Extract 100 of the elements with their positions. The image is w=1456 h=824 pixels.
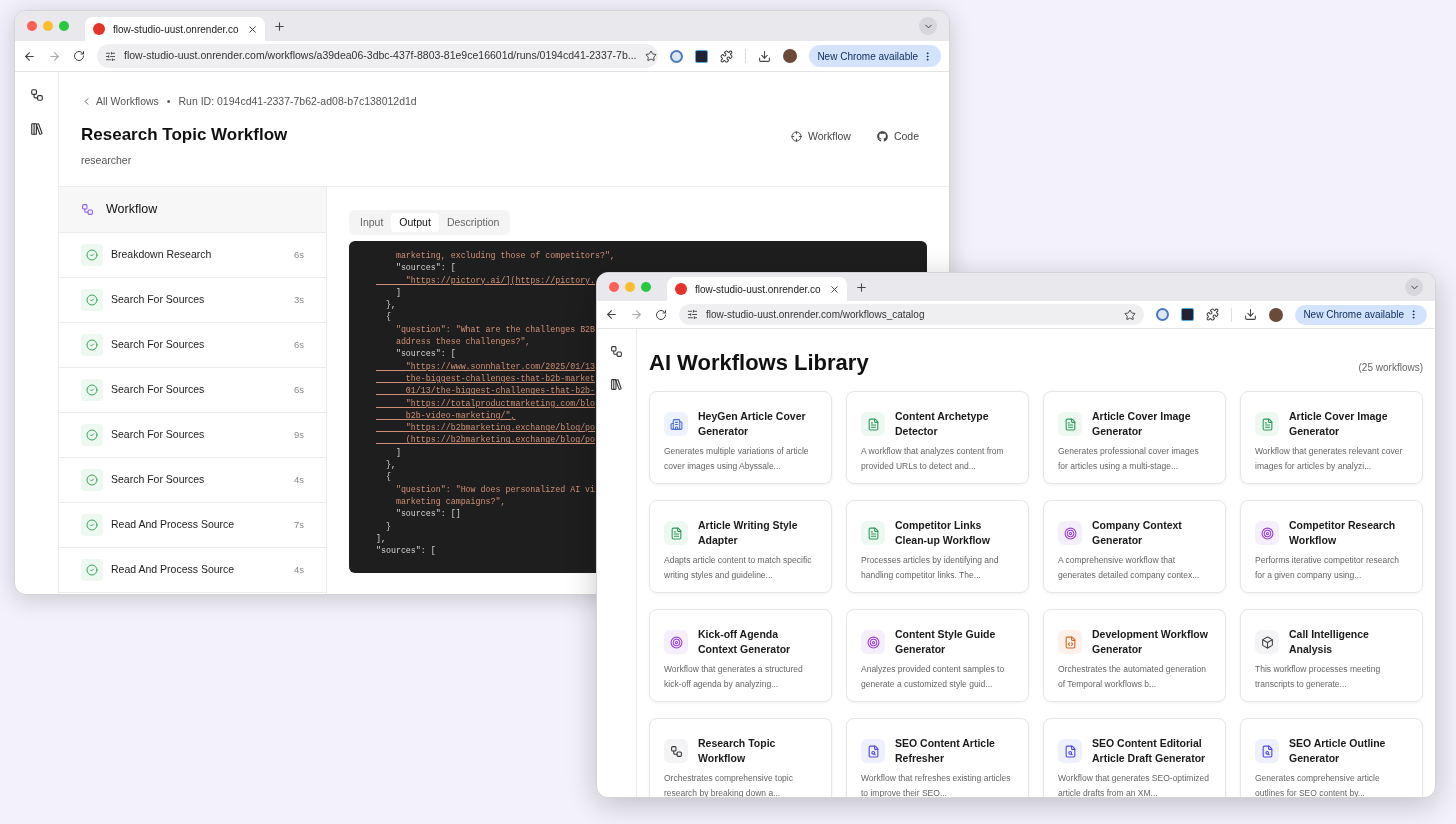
card-title: Research Topic Workflow	[698, 736, 777, 766]
workflow-card[interactable]: SEO Content Editorial Article Draft Generator Workflow that generates SEO-optimized article drafts from an XM...	[1043, 718, 1226, 797]
code-line: marketing campaigns?",	[394, 495, 506, 508]
code-line: "sources": [	[394, 262, 456, 275]
card-title: Call Intelligence Analysis	[1289, 627, 1370, 657]
card-description: Orchestrates comprehensive topic research by breaking down a...	[664, 772, 794, 797]
detail-tab[interactable]: Output	[391, 213, 439, 232]
code-line: "question": "How does personalized AI vi	[394, 483, 596, 496]
step-row[interactable]: Read And Process Source 4s	[59, 548, 326, 593]
code-line: marketing, excluding those of competitors?",	[394, 250, 615, 262]
step-row[interactable]: Read And Process Source 7s	[59, 503, 326, 548]
url-text: flow-studio-uust.onrender.com/workflows_catalog	[706, 308, 925, 322]
workflow-card[interactable]: Competitor Links Clean-up Workflow Processes articles by identifying and handling competitor links. The...	[846, 500, 1029, 593]
code-line: "question": "What are the challenges B2B	[394, 323, 596, 336]
card-description: A comprehensive workflow that generates detailed company contex...	[1058, 554, 1201, 582]
code-line: "sources": []	[394, 508, 461, 521]
update-chrome-button[interactable]: New Chrome available	[1295, 304, 1427, 325]
card-title: Article Writing Style Adapter	[698, 518, 799, 548]
step-row[interactable]: Search For Sources 6s	[59, 368, 326, 413]
card-title: Content Archetype Detector	[895, 409, 990, 439]
card-description: Generates multiple variations of article cover images using Abyssale...	[664, 445, 810, 473]
step-duration: 6s	[293, 382, 304, 397]
browser-tab[interactable]: flow-studio-uust.onrender.co	[667, 277, 847, 301]
steps-panel-title: Workflow	[106, 201, 158, 219]
workflow-card[interactable]: Development Workflow Generator Orchestrates the automated generation of Temporal workflows b...	[1043, 609, 1226, 702]
step-row[interactable]: Search For Sources 4s	[59, 458, 326, 503]
url-text: flow-studio-uust.onrender.com/workflows/a39dea06-3dbc-437f-8803-81e9ce16601d/runs/0194cd41-2337-7b...	[124, 48, 637, 64]
step-row[interactable]: Search For Sources 3s	[59, 278, 326, 323]
card-title: Competitor Links Clean-up Workflow	[895, 518, 991, 548]
card-title: Development Workflow Generator	[1092, 627, 1209, 657]
workflow-card[interactable]: Article Writing Style Adapter Adapts article content to match specific writing styles and guideline...	[649, 500, 832, 593]
all-workflows-link[interactable]: All Workflows	[81, 94, 159, 110]
step-duration: 7s	[293, 517, 304, 532]
card-description: A workflow that analyzes content from provided URLs to detect and...	[861, 445, 1005, 473]
card-title: SEO Content Article Refresher	[895, 736, 996, 766]
code-line: "sources": [	[376, 545, 436, 558]
address-bar[interactable]: flow-studio-uust.onrender.com/workflows_catalog	[679, 304, 1145, 325]
detail-tab[interactable]: Description	[438, 213, 508, 232]
step-name: Breakdown Research	[111, 247, 212, 263]
workflow-card[interactable]: Call Intelligence Analysis This workflow processes meeting transcripts to generate...	[1240, 609, 1423, 702]
card-title: Article Cover Image Generator	[1092, 409, 1192, 439]
code-line: {	[384, 311, 391, 324]
code-line: (https://b2bmarketing.exchange/blog/po	[404, 434, 596, 447]
card-title: Company Context Generator	[1092, 518, 1183, 548]
card-description: Workflow that refreshes existing articles to improve their SEO...	[861, 772, 1012, 797]
card-title: SEO Content Editorial Article Draft Generator	[1092, 736, 1207, 766]
header-action-button[interactable]: Code	[876, 129, 919, 145]
workflow-card[interactable]: Article Cover Image Generator Generates professional cover images for articles using a multi-stage...	[1043, 391, 1226, 484]
step-row[interactable]: Breakdown Research 6s	[59, 233, 326, 278]
tab-title: flow-studio-uust.onrender.co	[695, 282, 821, 297]
code-line: },	[384, 459, 396, 472]
code-line: ],	[376, 532, 386, 545]
run-id: Run ID: 0194cd41-2337-7b62-ad08-b7c138012d1d	[178, 94, 417, 109]
breadcrumb-separator: •	[166, 94, 171, 109]
workflow-card[interactable]: Research Topic Workflow Orchestrates comprehensive topic research by breaking down a...	[649, 718, 832, 797]
card-description: Workflow that generates SEO-optimized article drafts from an XM...	[1058, 772, 1211, 797]
step-name: Read And Process Source	[111, 562, 235, 578]
code-line: address these challenges?",	[394, 336, 531, 349]
workflow-card[interactable]: SEO Article Outline Generator Generates comprehensive article outlines for SEO content by...	[1240, 718, 1423, 797]
card-description: Workflow that generates a structured kick-off agenda by analyzing...	[664, 663, 804, 691]
step-duration: 4s	[293, 472, 304, 487]
code-line: }	[384, 520, 391, 533]
workflow-card[interactable]: Kick-off Agenda Context Generator Workflow that generates a structured kick-off agenda by analyzing...	[649, 609, 832, 702]
code-line: ]	[394, 446, 401, 459]
workflow-count: (25 workflows)	[1358, 361, 1423, 375]
card-description: Processes articles by identifying and handling competitor links. The...	[861, 554, 1000, 582]
browser-tab[interactable]: flow-studio-uust.onrender.co	[85, 17, 265, 41]
workflow-card[interactable]: SEO Content Article Refresher Workflow that refreshes existing articles to improve their SEO...	[846, 718, 1029, 797]
code-line: ]	[394, 286, 401, 299]
code-line: },	[384, 299, 396, 312]
detail-tab[interactable]: Input	[352, 213, 392, 232]
workflow-card[interactable]: Content Archetype Detector A workflow that analyzes content from provided URLs to detect and...	[846, 391, 1029, 484]
step-duration: 4s	[293, 562, 304, 577]
header-action-button[interactable]: Workflow	[790, 129, 851, 145]
tab-title: flow-studio-uust.onrender.co	[113, 22, 239, 37]
update-chrome-button[interactable]: New Chrome available	[809, 45, 941, 67]
page-title: AI Workflows Library	[649, 349, 869, 377]
card-title: Competitor Research Workflow	[1289, 518, 1397, 548]
step-row[interactable]: Search For Sources 6s	[59, 323, 326, 368]
workflow-card[interactable]: Content Style Guide Generator Analyzes provided content samples to generate a customized style guid...	[846, 609, 1029, 702]
workflow-card[interactable]: Competitor Research Workflow Performs iterative competitor research for a given company using...	[1240, 500, 1423, 593]
workflow-card[interactable]: HeyGen Article Cover Generator Generates multiple variations of article cover images using Abyssale...	[649, 391, 832, 484]
page-title: Research Topic Workflow	[81, 123, 289, 146]
card-title: Content Style Guide Generator	[895, 627, 997, 657]
step-name: Read And Process Source	[111, 517, 235, 533]
card-description: Orchestrates the automated generation of Temporal workflows b...	[1058, 663, 1207, 691]
page-subtitle: researcher	[81, 153, 133, 169]
step-row[interactable]: Search For Sources 9s	[59, 413, 326, 458]
card-description: Generates professional cover images for articles using a multi-stage...	[1058, 445, 1200, 473]
card-description: Generates comprehensive article outlines for SEO content by...	[1255, 772, 1381, 797]
card-title: Kick-off Agenda Context Generator	[698, 627, 792, 657]
card-title: HeyGen Article Cover Generator	[698, 409, 807, 439]
address-bar[interactable]: flow-studio-uust.onrender.com/workflows/a39dea06-3dbc-437f-8803-81e9ce16601d/runs/0194cd41-2337-7b...	[97, 44, 659, 68]
step-name: Search For Sources	[111, 382, 205, 398]
card-description: Adapts article content to match specific writing styles and guideline...	[664, 554, 813, 582]
workflow-card[interactable]: Company Context Generator A comprehensive workflow that generates detailed company contex...	[1043, 500, 1226, 593]
code-line: "https://pictory.ai/](https://pictory.	[404, 274, 596, 287]
card-description: This workflow processes meeting transcripts to generate...	[1255, 663, 1382, 691]
card-description: Analyzes provided content samples to generate a customized style guid...	[861, 663, 1006, 691]
workflow-card[interactable]: Article Cover Image Generator Workflow that generates relevant cover images for articles by analyzi...	[1240, 391, 1423, 484]
